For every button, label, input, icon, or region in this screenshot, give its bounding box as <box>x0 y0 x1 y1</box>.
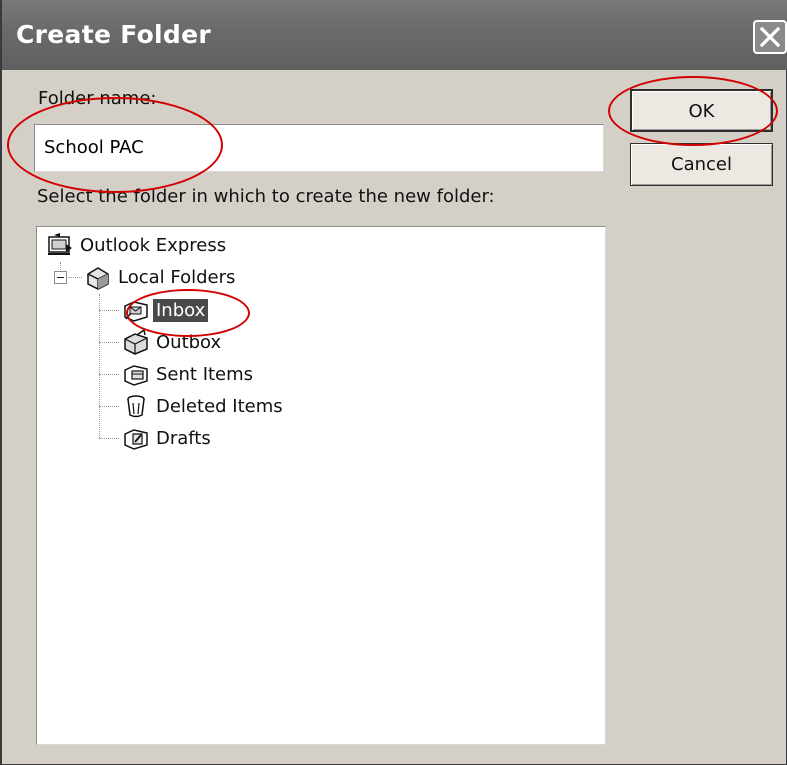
tree-item-outbox[interactable]: Outbox <box>122 327 224 357</box>
ok-button[interactable]: OK <box>630 89 773 132</box>
outbox-icon <box>124 329 148 355</box>
tree-item-local-folders[interactable]: Local Folders <box>84 262 238 292</box>
tree-label: Deleted Items <box>156 395 283 417</box>
tree-connector <box>99 438 119 439</box>
tree-connector <box>99 342 119 343</box>
drafts-icon <box>124 429 148 450</box>
cancel-button[interactable]: Cancel <box>630 143 773 186</box>
tree-item-drafts[interactable]: Drafts <box>122 423 214 453</box>
sent-items-icon <box>124 365 148 386</box>
tree-label: Outbox <box>156 331 222 353</box>
tree-label: Local Folders <box>118 266 236 288</box>
create-folder-dialog: Create Folder Folder name: School PAC OK… <box>0 0 787 765</box>
tree-connector <box>99 294 100 438</box>
folder-name-label: Folder name: <box>38 88 157 109</box>
tree-item-inbox[interactable]: Inbox <box>122 295 209 325</box>
tree-connector <box>68 277 82 278</box>
tree-item-outlook-express[interactable]: Outlook Express <box>46 230 229 260</box>
folder-name-value: School PAC <box>44 137 144 158</box>
close-icon <box>759 26 781 48</box>
collapse-local-folders-toggle[interactable] <box>54 271 67 284</box>
tree-label: Outlook Express <box>80 234 227 256</box>
tree-item-sent-items[interactable]: Sent Items <box>122 359 256 389</box>
inbox-icon <box>124 301 148 322</box>
title-bar[interactable]: Create Folder <box>2 0 787 70</box>
tree-connector <box>99 310 119 311</box>
select-folder-label: Select the folder in which to create the… <box>37 186 495 207</box>
tree-label: Drafts <box>156 427 211 449</box>
local-folders-icon <box>87 267 109 290</box>
tree-connector <box>99 406 119 407</box>
tree-label: Inbox <box>153 298 209 322</box>
tree-item-deleted-items[interactable]: Deleted Items <box>122 391 286 421</box>
tree-connector <box>99 374 119 375</box>
folder-name-input[interactable]: School PAC <box>34 124 604 172</box>
dialog-title: Create Folder <box>16 20 212 49</box>
deleted-items-icon <box>127 395 145 418</box>
tree-label: Sent Items <box>156 363 254 385</box>
outlook-express-icon <box>48 233 72 255</box>
close-button[interactable] <box>753 20 787 54</box>
